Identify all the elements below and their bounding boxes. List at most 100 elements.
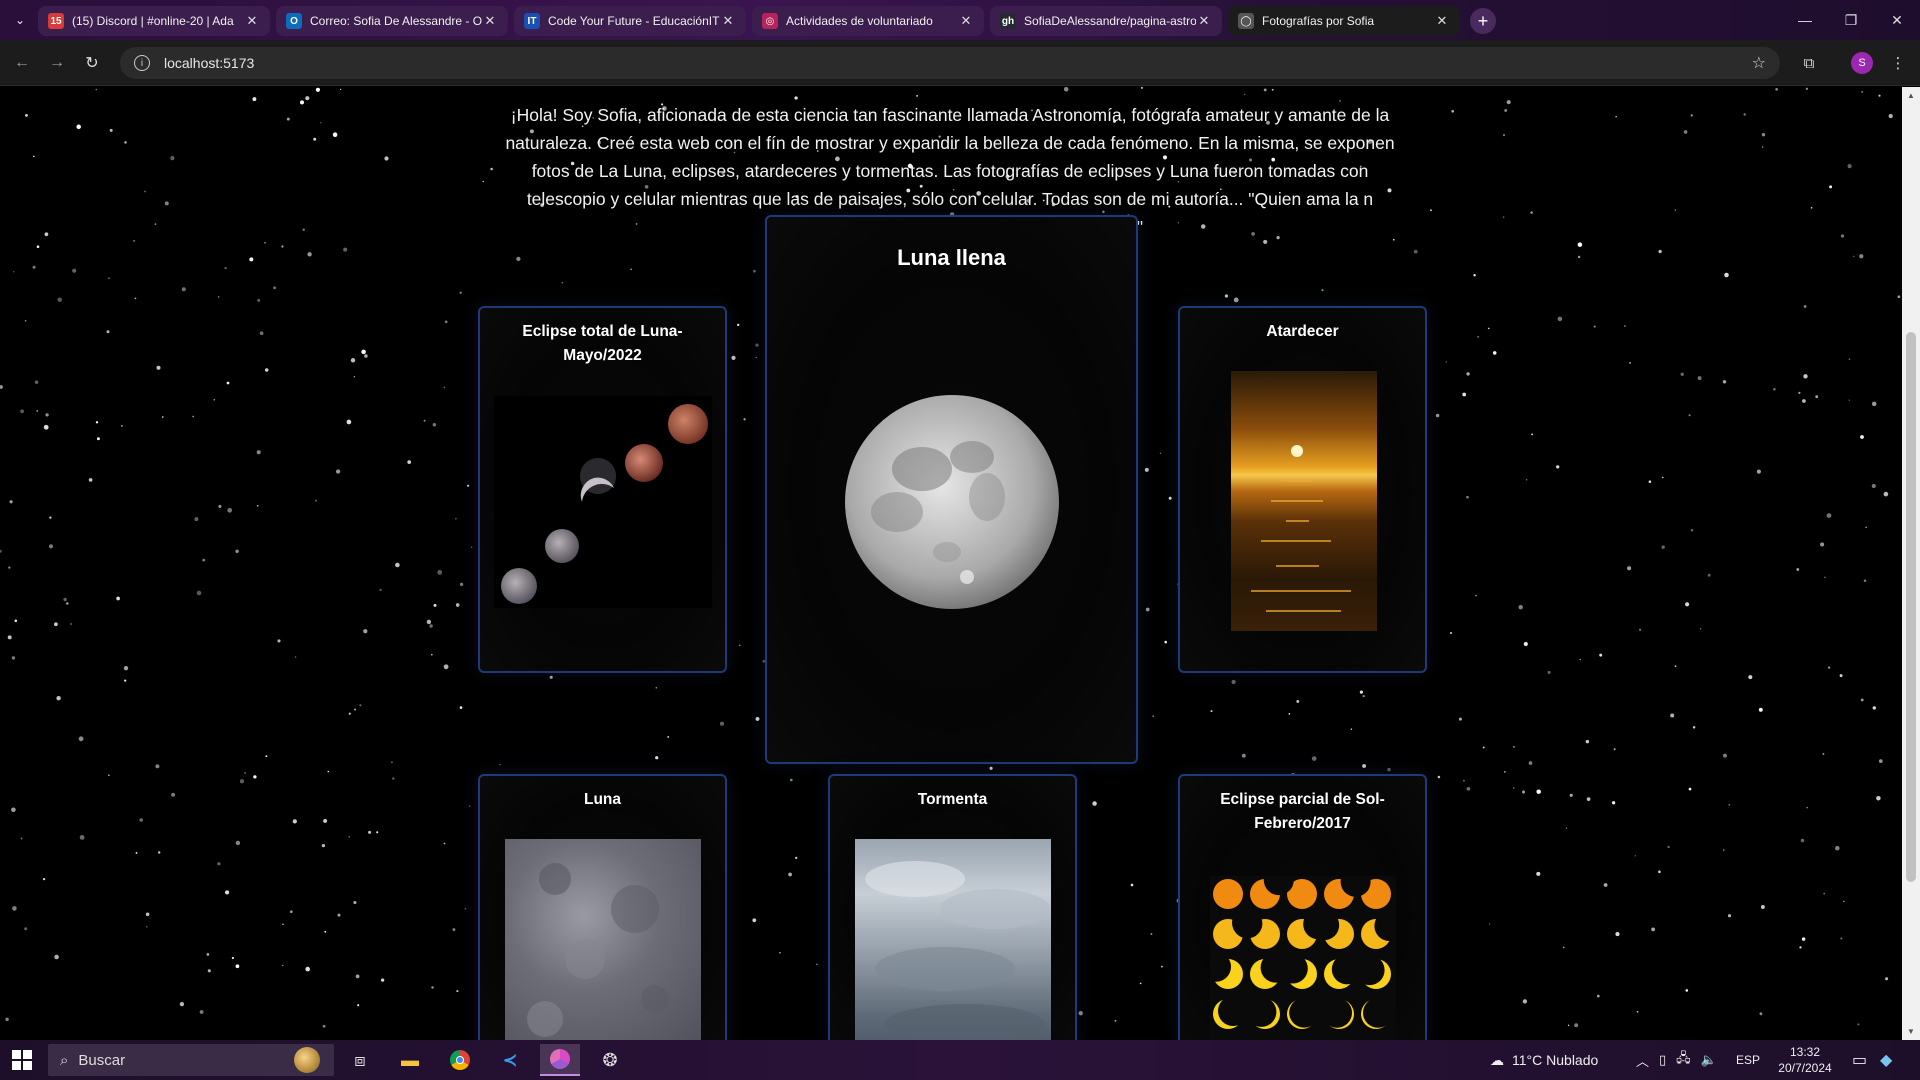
task-view-icon[interactable]: ⧈ xyxy=(340,1044,380,1076)
star xyxy=(108,277,110,280)
card-tormenta[interactable]: Tormenta xyxy=(828,774,1077,1040)
star xyxy=(225,890,230,895)
card-luna-llena[interactable]: Luna llena xyxy=(765,215,1138,764)
restore-icon[interactable]: ❐ xyxy=(1828,0,1874,40)
star xyxy=(1658,870,1661,874)
tab-voluntariado[interactable]: ◎ Actividades de voluntariado ✕ xyxy=(752,6,984,36)
eclipse-phase xyxy=(1210,951,1243,989)
close-icon[interactable]: ✕ xyxy=(958,13,974,29)
clock[interactable]: 13:32 20/7/2024 xyxy=(1770,1040,1840,1080)
scroll-down-icon[interactable]: ▼ xyxy=(1907,1027,1915,1036)
star xyxy=(1685,989,1689,992)
star xyxy=(1823,892,1826,895)
copilot-icon[interactable]: ◆ xyxy=(1880,1040,1892,1080)
star xyxy=(1810,206,1813,209)
scrollbar-thumb[interactable] xyxy=(1906,332,1916,882)
card-atardecer[interactable]: Atardecer xyxy=(1178,306,1427,673)
star xyxy=(253,775,257,779)
tray-icons: ︿ ▯ 🖧 🔈 xyxy=(1636,1040,1731,1080)
meet-now-icon[interactable]: ▯ xyxy=(1659,1052,1666,1068)
volume-icon[interactable]: 🔈 xyxy=(1701,1052,1717,1068)
star xyxy=(5,1017,9,1022)
star xyxy=(207,969,211,973)
file-explorer-icon[interactable]: ▬ xyxy=(390,1044,430,1076)
scroll-up-icon[interactable]: ▲ xyxy=(1907,91,1915,100)
close-icon[interactable]: ✕ xyxy=(482,13,498,29)
star xyxy=(1359,690,1363,694)
weather-widget[interactable]: ☁ 11°C Nublado xyxy=(1490,1040,1598,1080)
card-title: Luna xyxy=(583,791,622,808)
star xyxy=(1462,779,1465,782)
star xyxy=(1530,211,1533,214)
close-window-icon[interactable]: ✕ xyxy=(1874,0,1920,40)
star xyxy=(1667,845,1670,849)
close-icon[interactable]: ✕ xyxy=(720,13,736,29)
star xyxy=(249,257,254,262)
forward-arrow-icon[interactable]: → xyxy=(45,51,69,75)
star xyxy=(54,954,59,960)
star xyxy=(1878,94,1881,97)
profile-avatar[interactable]: S xyxy=(1851,52,1873,74)
tab-educacionit[interactable]: IT Code Your Future - EducaciónIT ✕ xyxy=(514,6,746,36)
bookmark-star-icon[interactable]: ☆ xyxy=(1752,53,1766,73)
menu-kebab-icon[interactable]: ⋮ xyxy=(1886,51,1910,75)
star xyxy=(196,590,202,596)
star xyxy=(36,410,39,412)
star xyxy=(1859,254,1864,259)
star xyxy=(353,376,356,378)
minimize-icon[interactable]: — xyxy=(1782,0,1828,40)
tab-discord[interactable]: 15 (15) Discord | #online-20 | Ada ✕ xyxy=(38,6,270,36)
star xyxy=(264,241,266,244)
vscode-icon[interactable]: ≺ xyxy=(490,1044,530,1076)
close-icon[interactable]: ✕ xyxy=(244,13,260,29)
star xyxy=(213,398,216,401)
network-icon[interactable]: 🖧 xyxy=(1676,1049,1691,1071)
star xyxy=(135,851,138,854)
chrome-icon[interactable] xyxy=(440,1044,480,1076)
star xyxy=(456,990,459,993)
star xyxy=(1556,465,1560,469)
close-icon[interactable]: ✕ xyxy=(1434,13,1450,29)
address-bar[interactable]: i localhost:5173 ☆ xyxy=(120,47,1780,79)
star xyxy=(1651,927,1655,932)
star xyxy=(321,843,326,848)
taskbar-search[interactable]: ⌕ Buscar xyxy=(48,1044,334,1076)
star xyxy=(217,862,221,866)
show-hidden-icons-chevron-icon[interactable]: ︿ xyxy=(1636,1051,1649,1070)
star xyxy=(1685,602,1690,607)
language-indicator[interactable]: ESP xyxy=(1736,1040,1760,1080)
star xyxy=(244,772,246,774)
star xyxy=(816,963,818,966)
reload-icon[interactable]: ↻ xyxy=(80,51,104,75)
star xyxy=(1802,399,1806,403)
star xyxy=(1528,761,1533,765)
tab-outlook[interactable]: O Correo: Sofia De Alessandre - O ✕ xyxy=(276,6,508,36)
tab-fotografias[interactable]: ◯ Fotografías por Sofia ✕ xyxy=(1228,6,1460,36)
page-scrollbar[interactable]: ▲ ▼ xyxy=(1902,87,1920,1040)
star xyxy=(1488,923,1491,925)
notifications-icon[interactable]: ▭ xyxy=(1852,1040,1867,1080)
site-info-icon[interactable]: i xyxy=(134,55,150,71)
tab-github[interactable]: gh SofiaDeAlessandre/pagina-astro ✕ xyxy=(990,6,1222,36)
card-eclipse-luna[interactable]: Eclipse total de Luna-Mayo/2022 xyxy=(478,306,727,673)
new-tab-button[interactable]: + xyxy=(1470,8,1496,34)
app-icon[interactable]: ❂ xyxy=(590,1044,630,1076)
card-eclipse-sol[interactable]: Eclipse parcial de Sol-Febrero/2017 xyxy=(1178,774,1427,1040)
star xyxy=(368,830,372,834)
windows-start-icon[interactable] xyxy=(12,1050,32,1070)
star xyxy=(282,964,284,967)
star xyxy=(1525,478,1528,481)
tab-search-chevron-icon[interactable]: ⌄ xyxy=(8,8,32,32)
close-icon[interactable]: ✕ xyxy=(1196,13,1212,29)
star xyxy=(1775,87,1778,91)
chrome-profile-icon[interactable] xyxy=(540,1044,580,1076)
educacionit-icon: IT xyxy=(524,13,540,29)
star xyxy=(36,245,40,249)
card-luna[interactable]: Luna xyxy=(478,774,727,1040)
star xyxy=(1164,640,1167,644)
atardecer-photo xyxy=(1231,371,1377,631)
star xyxy=(1503,770,1506,773)
back-arrow-icon[interactable]: ← xyxy=(10,51,34,75)
star xyxy=(1798,391,1801,394)
extensions-puzzle-icon[interactable]: ⧉ xyxy=(1797,51,1821,75)
